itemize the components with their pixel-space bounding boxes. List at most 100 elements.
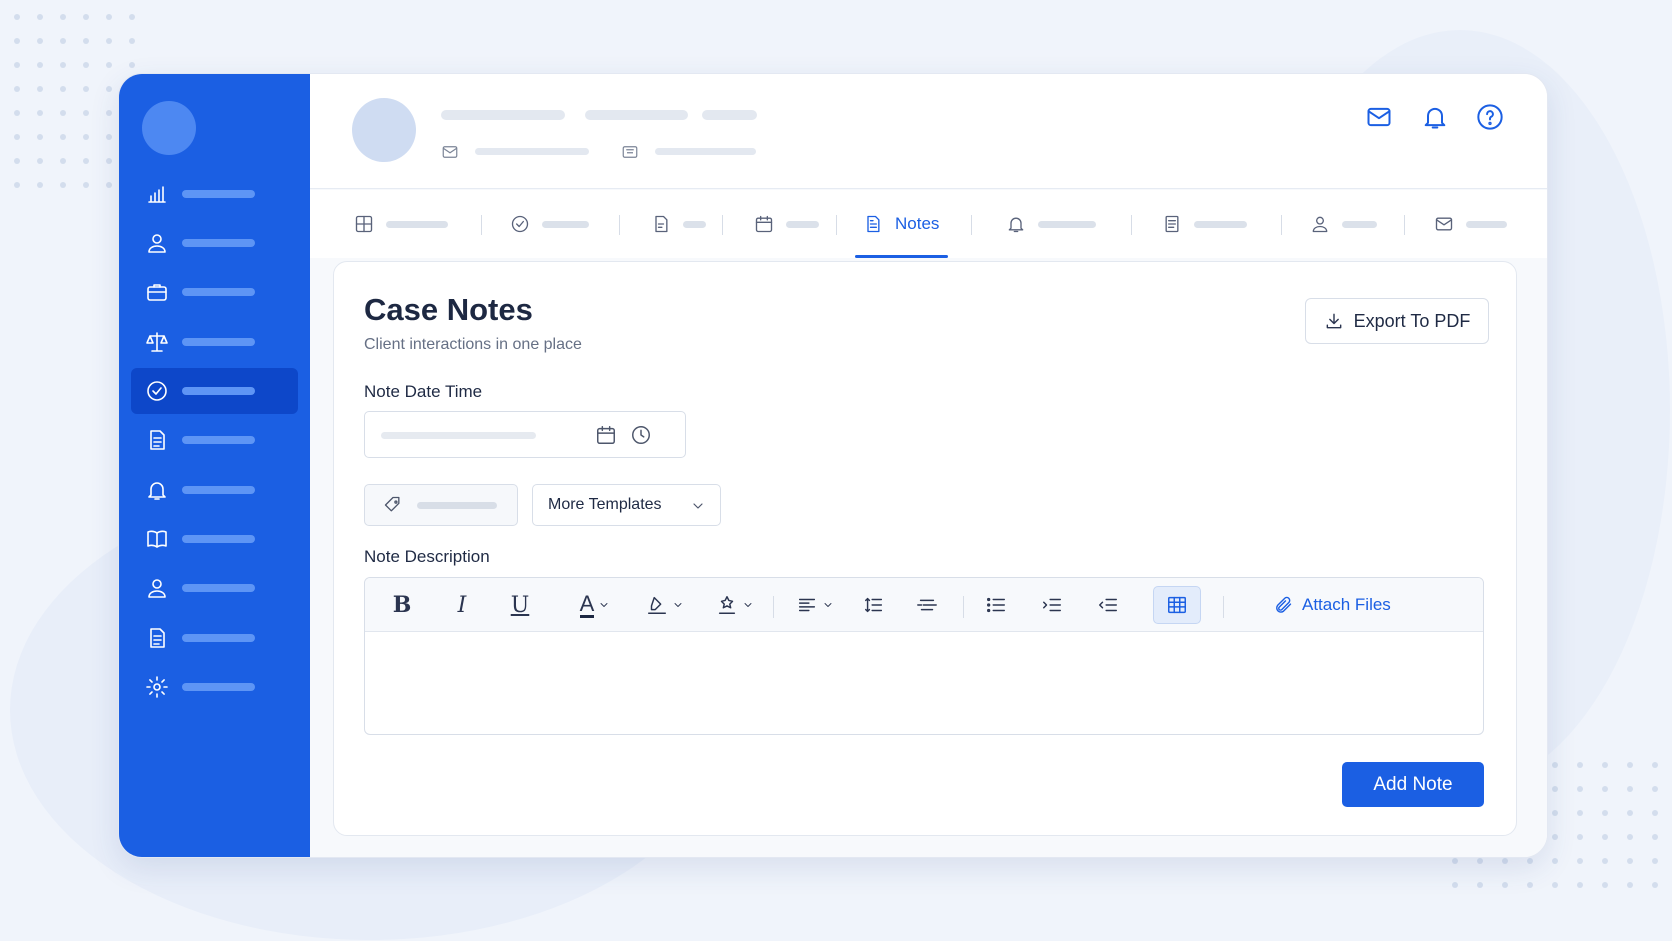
bell-icon[interactable]	[1420, 102, 1450, 132]
notes-icon	[867, 215, 880, 233]
tab-label-placeholder	[1194, 220, 1247, 228]
export-pdf-label: Export To PDF	[1353, 310, 1471, 331]
bold-button[interactable]: B	[387, 586, 417, 624]
bullet-list-icon	[987, 597, 1005, 613]
add-note-button[interactable]: Add Note	[1342, 762, 1484, 807]
note-description-textarea[interactable]	[365, 633, 1483, 734]
sidebar-item-documents[interactable]	[131, 417, 298, 463]
background-dot	[60, 134, 66, 140]
tab-overview[interactable]	[354, 190, 448, 258]
mail-icon[interactable]	[1364, 102, 1394, 132]
calendar-icon[interactable]	[595, 424, 617, 446]
background-dot	[83, 62, 89, 68]
background-dot	[1577, 858, 1583, 864]
background-dot	[1552, 786, 1558, 792]
sidebar-item-reminders[interactable]	[131, 467, 298, 513]
background-dot	[37, 86, 43, 92]
font-color-button[interactable]: A	[567, 586, 623, 624]
background-dot	[129, 38, 135, 44]
bullet-list-button[interactable]	[979, 586, 1013, 624]
tab-reminders[interactable]	[1006, 190, 1096, 258]
sidebar-item-tasks[interactable]	[131, 368, 298, 414]
toolbar-divider	[963, 596, 964, 618]
sidebar-item-clients[interactable]	[131, 220, 298, 266]
sidebar-item-reports[interactable]	[131, 615, 298, 661]
align-left-icon	[798, 598, 816, 612]
background-dot	[1552, 834, 1558, 840]
line-spacing-button[interactable]	[857, 586, 891, 624]
sidebar-item-settings[interactable]	[131, 664, 298, 710]
strikethrough-button[interactable]	[910, 586, 944, 624]
background-dot	[37, 158, 43, 164]
sidebar-item-contacts[interactable]	[131, 565, 298, 611]
bar-chart-icon	[144, 181, 170, 207]
background-dot	[37, 62, 43, 68]
client-email-placeholder	[475, 148, 589, 155]
sidebar-item-label-placeholder	[182, 634, 255, 642]
file-icon	[655, 215, 668, 233]
app-window: Notes Case Notes Client interactions in …	[118, 73, 1548, 858]
tab-messages[interactable]	[1434, 190, 1507, 258]
outdent-icon	[1099, 598, 1117, 612]
logo[interactable]	[142, 101, 196, 155]
sidebar-item-label-placeholder	[182, 436, 255, 444]
background-dot	[1527, 858, 1533, 864]
client-header	[310, 74, 1547, 189]
background-dot	[14, 134, 20, 140]
sidebar-item-legal[interactable]	[131, 319, 298, 365]
check-circle-icon	[511, 215, 529, 233]
background-dot	[1627, 834, 1633, 840]
more-templates-dropdown[interactable]: More Templates	[532, 484, 721, 526]
background-dot	[129, 14, 135, 20]
background-dot	[1602, 834, 1608, 840]
tab-notes[interactable]: Notes	[855, 190, 948, 258]
bell-icon	[1008, 217, 1024, 233]
page-subtitle: Client interactions in one place	[364, 336, 582, 353]
background-dot	[1527, 882, 1533, 888]
sidebar-item-library[interactable]	[131, 516, 298, 562]
sidebar-item-dashboard[interactable]	[131, 171, 298, 217]
background-dot	[83, 86, 89, 92]
sidebar-item-label-placeholder	[182, 338, 255, 346]
background-dot	[1552, 882, 1558, 888]
background-dot	[1627, 762, 1633, 768]
indent-button[interactable]	[1035, 586, 1069, 624]
background-dot	[106, 110, 112, 116]
highlight-color-button[interactable]	[637, 586, 693, 624]
tab-divider	[1281, 215, 1282, 235]
tab-label-placeholder	[1038, 220, 1096, 228]
tab-files[interactable]	[651, 190, 706, 258]
background-dot	[1552, 810, 1558, 816]
italic-button[interactable]: I	[447, 586, 477, 624]
background-dot	[1577, 786, 1583, 792]
background-dot	[37, 182, 43, 188]
outdent-button[interactable]	[1091, 586, 1125, 624]
attach-files-button[interactable]: Attach Files	[1273, 586, 1391, 624]
clear-format-button[interactable]	[707, 586, 763, 624]
clock-icon[interactable]	[630, 424, 652, 446]
gear-icon	[144, 674, 170, 700]
insert-table-button[interactable]	[1153, 586, 1201, 624]
background-dot	[129, 62, 135, 68]
chevron-down-icon	[674, 603, 682, 607]
align-button[interactable]	[793, 586, 837, 624]
background-dot	[1627, 858, 1633, 864]
underline-button[interactable]: U	[505, 586, 535, 624]
avatar	[352, 98, 416, 162]
note-date-time-input[interactable]	[364, 411, 686, 458]
tab-calendar[interactable]	[754, 190, 819, 258]
sidebar-item-cases[interactable]	[131, 269, 298, 315]
background-dot	[106, 134, 112, 140]
strikethrough-icon	[917, 599, 937, 611]
tab-divider	[971, 215, 972, 235]
chevron-down-icon	[824, 603, 832, 607]
template-tag-button[interactable]	[364, 484, 518, 526]
tag-icon	[384, 496, 400, 512]
help-icon[interactable]	[1475, 102, 1505, 132]
tab-documents[interactable]	[1162, 190, 1247, 258]
sidebar-item-label-placeholder	[182, 239, 255, 247]
export-pdf-button[interactable]: Export To PDF	[1305, 298, 1489, 344]
calendar-icon	[755, 215, 773, 233]
tab-tasks[interactable]	[510, 190, 589, 258]
tab-contacts[interactable]	[1310, 190, 1377, 258]
